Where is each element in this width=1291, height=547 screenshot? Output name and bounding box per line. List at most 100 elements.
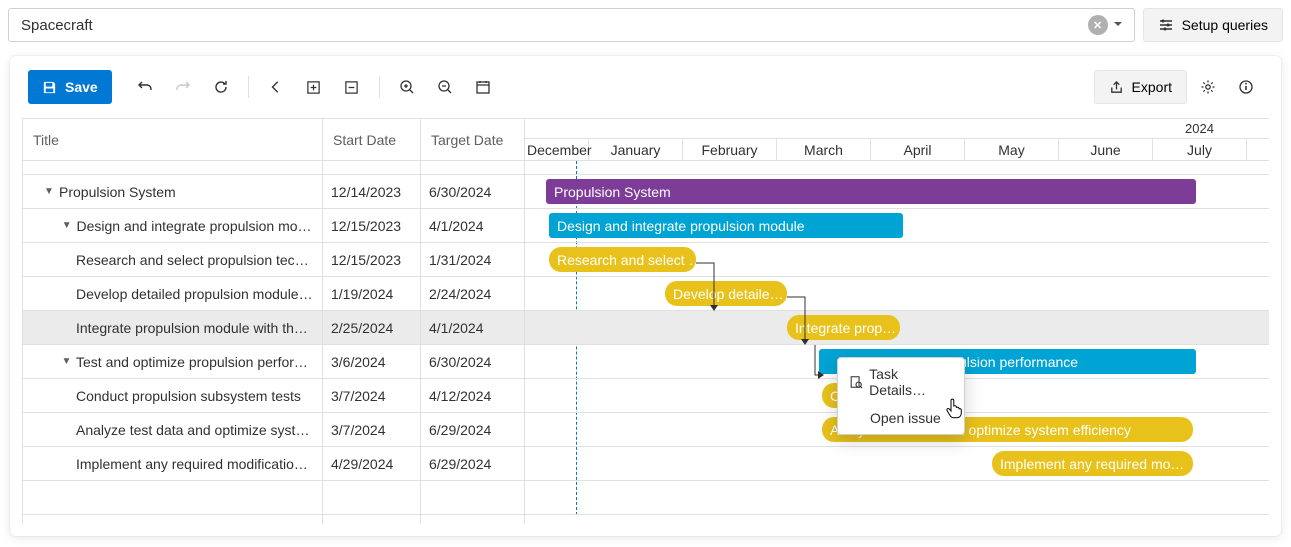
zoom-in-icon bbox=[399, 79, 415, 95]
bar-implement[interactable]: Implement any required mo… bbox=[992, 451, 1193, 476]
month-header: April bbox=[871, 139, 965, 160]
info-button[interactable] bbox=[1229, 70, 1263, 104]
table-row[interactable]: ▼Propulsion System bbox=[23, 175, 322, 209]
cell-target: 6/30/2024 bbox=[421, 175, 524, 209]
table-row[interactable]: ▼Test and optimize propulsion performan… bbox=[23, 345, 322, 379]
timeline: 2024 December January February March Apr… bbox=[525, 119, 1269, 524]
bar-research-select[interactable]: Research and select … bbox=[549, 247, 696, 272]
zoom-in-button[interactable] bbox=[390, 70, 424, 104]
calendar-icon bbox=[475, 79, 491, 95]
search-input[interactable] bbox=[21, 17, 1088, 34]
cell-start: 12/14/2023 bbox=[323, 175, 420, 209]
redo-button[interactable] bbox=[166, 70, 200, 104]
setup-queries-button[interactable]: Setup queries bbox=[1143, 8, 1283, 42]
expand-icon bbox=[306, 80, 321, 95]
bar-design-integrate[interactable]: Design and integrate propulsion module bbox=[549, 213, 903, 238]
chevron-left-icon bbox=[269, 80, 283, 94]
cell-start: 12/15/2023 bbox=[323, 209, 420, 243]
today-button[interactable] bbox=[466, 70, 500, 104]
cell-target: 4/1/2024 bbox=[421, 311, 524, 345]
setup-icon bbox=[1158, 17, 1174, 33]
menu-open-issue[interactable]: Open issue bbox=[838, 404, 964, 432]
back-button[interactable] bbox=[259, 70, 293, 104]
menu-open-issue-label: Open issue bbox=[870, 410, 941, 426]
cell-target: 4/12/2024 bbox=[421, 379, 524, 413]
cell-start: 3/6/2024 bbox=[323, 345, 420, 379]
month-header: January bbox=[589, 139, 683, 160]
timeline-body: Propulsion System Design and integrate p… bbox=[525, 161, 1269, 515]
cell-start bbox=[323, 481, 420, 515]
menu-task-details[interactable]: Task Details… bbox=[838, 360, 964, 404]
expander-icon[interactable]: ▼ bbox=[61, 356, 72, 368]
expander-icon[interactable]: ▼ bbox=[43, 186, 55, 198]
refresh-icon bbox=[213, 79, 229, 95]
cell-start: 3/7/2024 bbox=[323, 413, 420, 447]
info-icon bbox=[1238, 79, 1254, 95]
search-dropdown-icon[interactable] bbox=[1108, 20, 1128, 30]
undo-icon bbox=[137, 79, 153, 95]
table-row[interactable]: Conduct propulsion subsystem tests bbox=[23, 379, 322, 413]
month-header: July bbox=[1153, 139, 1247, 160]
table-row[interactable]: ▼Design and integrate propulsion module bbox=[23, 209, 322, 243]
setup-queries-label: Setup queries bbox=[1182, 17, 1268, 33]
table-row[interactable]: Implement any required modifications… bbox=[23, 447, 322, 481]
col-target-header[interactable]: Target Date bbox=[421, 119, 524, 161]
month-header: June bbox=[1059, 139, 1153, 160]
export-icon bbox=[1109, 80, 1124, 95]
col-start-header[interactable]: Start Date bbox=[323, 119, 420, 161]
collapse-all-button[interactable] bbox=[335, 70, 369, 104]
timeline-year: 2024 bbox=[1185, 121, 1214, 136]
gantt-panel: Save Export Title Build and test life su… bbox=[10, 56, 1281, 536]
cell-target: 6/29/2024 bbox=[421, 413, 524, 447]
menu-task-details-label: Task Details… bbox=[869, 366, 954, 398]
export-button[interactable]: Export bbox=[1094, 70, 1187, 104]
cell-target bbox=[421, 161, 524, 175]
table-row[interactable]: Build and test life support system pro… bbox=[23, 161, 322, 175]
cell-target: 1/31/2024 bbox=[421, 243, 524, 277]
zoom-out-button[interactable] bbox=[428, 70, 462, 104]
cell-start bbox=[323, 161, 420, 175]
month-header: May bbox=[965, 139, 1059, 160]
cell-start: 2/25/2024 bbox=[323, 311, 420, 345]
gantt: Title Build and test life support system… bbox=[22, 118, 1269, 524]
cell-target: 6/29/2024 bbox=[421, 447, 524, 481]
settings-button[interactable] bbox=[1191, 70, 1225, 104]
refresh-button[interactable] bbox=[204, 70, 238, 104]
bar-integrate-module[interactable]: Integrate prop… bbox=[787, 315, 900, 340]
save-icon bbox=[42, 80, 57, 95]
undo-button[interactable] bbox=[128, 70, 162, 104]
clear-search-icon[interactable]: ✕ bbox=[1088, 15, 1108, 35]
cell-start: 1/19/2024 bbox=[323, 277, 420, 311]
context-menu: Task Details… Open issue bbox=[837, 357, 965, 435]
cell-target: 6/30/2024 bbox=[421, 345, 524, 379]
cell-target: 2/24/2024 bbox=[421, 277, 524, 311]
save-label: Save bbox=[65, 79, 98, 95]
expand-all-button[interactable] bbox=[297, 70, 331, 104]
save-button[interactable]: Save bbox=[28, 70, 112, 104]
month-header: December bbox=[525, 139, 589, 160]
grid: Title Build and test life support system… bbox=[22, 119, 525, 524]
cell-start: 12/15/2023 bbox=[323, 243, 420, 277]
table-row[interactable]: Analyze test data and optimize syste… bbox=[23, 413, 322, 447]
redo-icon bbox=[175, 79, 191, 95]
table-row[interactable]: Research and select propulsion techn… bbox=[23, 243, 322, 277]
cell-start: 3/7/2024 bbox=[323, 379, 420, 413]
toolbar: Save Export bbox=[10, 56, 1281, 112]
expander-icon[interactable]: ▼ bbox=[61, 220, 73, 232]
gear-icon bbox=[1200, 79, 1216, 95]
timeline-months: December January February March April Ma… bbox=[525, 139, 1269, 160]
export-label: Export bbox=[1132, 79, 1172, 95]
search-box: ✕ bbox=[8, 8, 1135, 42]
month-header: February bbox=[683, 139, 777, 160]
col-title-header[interactable]: Title bbox=[23, 119, 322, 161]
zoom-out-icon bbox=[437, 79, 453, 95]
table-row[interactable]: Integrate propulsion module with the… bbox=[23, 311, 322, 345]
bar-develop-detailed[interactable]: Develop detaile… bbox=[665, 281, 787, 306]
table-row[interactable]: Develop detailed propulsion module … bbox=[23, 277, 322, 311]
cell-start: 4/29/2024 bbox=[323, 447, 420, 481]
table-row bbox=[23, 481, 322, 515]
cell-target: 4/1/2024 bbox=[421, 209, 524, 243]
cell-target bbox=[421, 481, 524, 515]
bar-propulsion-system[interactable]: Propulsion System bbox=[546, 179, 1196, 204]
task-details-icon bbox=[848, 375, 863, 389]
